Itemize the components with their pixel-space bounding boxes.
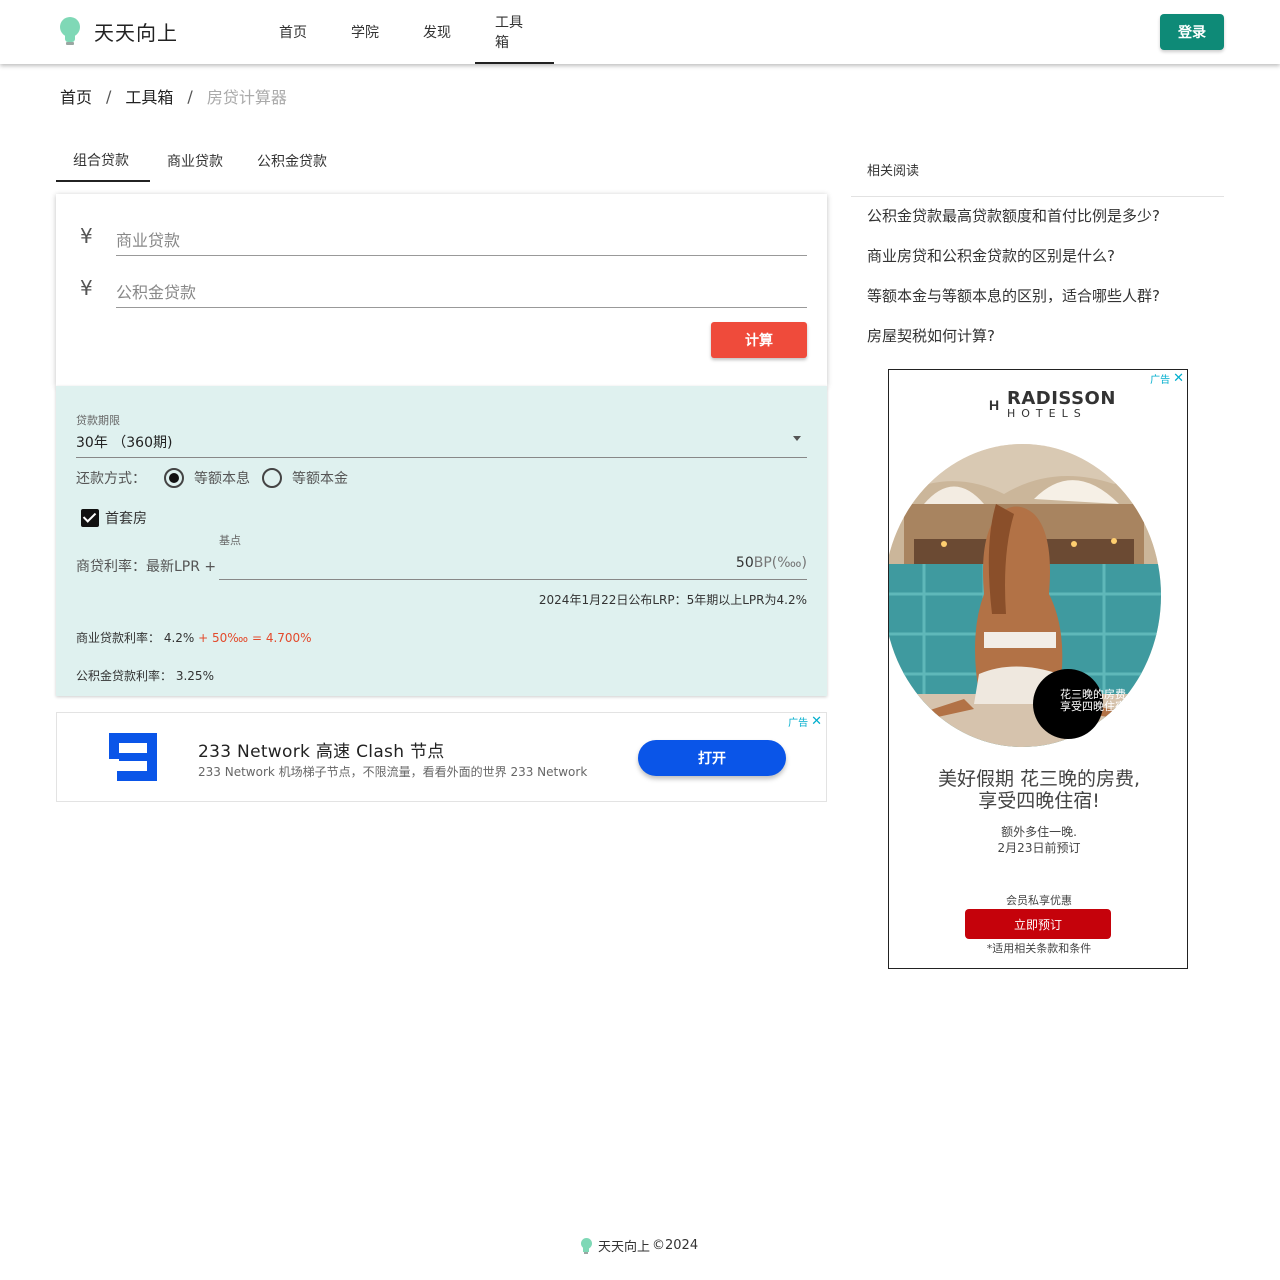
breadcrumb: 首页 / 工具箱 / 房贷计算器 <box>60 84 287 108</box>
ad-label[interactable]: 广告 ✕ <box>788 714 822 729</box>
commercial-rate-summary: 商业贷款利率： 4.2% + 50‱ = 4.700% <box>76 629 312 646</box>
network-logo-icon <box>109 733 157 781</box>
divider <box>851 196 1224 197</box>
brand-logo[interactable]: 天天向上 <box>58 15 178 47</box>
radisson-mark-icon: R H <box>973 390 999 418</box>
radio-unselected-icon[interactable] <box>262 468 282 488</box>
term-select[interactable]: 30年 （360期) <box>76 432 807 458</box>
main-nav: 首页 学院 发现 工具箱 <box>259 0 554 64</box>
basis-point-label: 基点 <box>219 534 241 547</box>
repay-option-label: 等额本金 <box>292 471 348 487</box>
fund-loan-input[interactable] <box>116 272 807 308</box>
related-link[interactable]: 商业房贷和公积金贷款的区别是什么? <box>867 246 1160 286</box>
ad-sub-line: 2月23日前预订 <box>997 841 1081 855</box>
repay-option-label: 等额本息 <box>194 471 250 487</box>
fund-rate-summary: 公积金贷款利率： 3.25% <box>76 667 214 684</box>
basis-point-unit: BP(‱) <box>753 555 807 571</box>
tab-fund-loan[interactable]: 公积金贷款 <box>240 140 344 182</box>
ad-headline-line: 美好假期 花三晚的房费, <box>937 768 1141 790</box>
repayment-method: 还款方式： 等额本息 等额本金 <box>76 466 360 490</box>
repayment-label: 还款方式： <box>76 471 146 487</box>
tab-combined-loan[interactable]: 组合贷款 <box>56 140 150 182</box>
dropdown-arrow-icon <box>793 436 801 441</box>
top-header: 天天向上 首页 学院 发现 工具箱 登录 <box>0 0 1280 64</box>
radio-selected-icon[interactable] <box>164 468 184 488</box>
first-home-label: 首套房 <box>105 511 147 527</box>
brand-name: 天天向上 <box>94 20 178 45</box>
checkbox-checked-icon[interactable] <box>81 509 99 527</box>
term-label: 贷款期限 <box>76 414 120 427</box>
offer-badge-line: 享受四晚住宿 <box>1060 700 1126 713</box>
related-link[interactable]: 等额本金与等额本息的区别，适合哪些人群? <box>867 286 1160 326</box>
ad-title: 233 Network 高速 Clash 节点 <box>198 742 445 762</box>
breadcrumb-separator: / <box>106 86 112 106</box>
radisson-logo: R H RADISSON HOTELS <box>973 388 1116 420</box>
basis-point-input[interactable]: 50BP(‱) <box>219 552 807 580</box>
fund-rate-value: 3.25% <box>175 669 214 683</box>
svg-text:H: H <box>989 397 999 413</box>
breadcrumb-home[interactable]: 首页 <box>60 84 92 108</box>
lightbulb-icon <box>58 15 82 47</box>
ad-open-button[interactable]: 打开 <box>638 740 786 776</box>
breadcrumb-current: 房贷计算器 <box>206 88 287 107</box>
nav-toolbox[interactable]: 工具箱 <box>475 0 554 64</box>
loan-settings-panel: 贷款期限 30年 （360期) 还款方式： 等额本息 等额本金 首套房 基点 商… <box>56 386 827 696</box>
yen-icon: ¥ <box>80 224 93 248</box>
ad-tag-text: 广告 <box>1150 375 1171 386</box>
calculate-button[interactable]: 计算 <box>711 322 807 358</box>
ad-subtext: 额外多住一晚. 2月23日前预订 <box>889 824 1187 856</box>
offer-badge: 花三晚的房费, 享受四晚住宿 <box>1033 669 1130 739</box>
related-list: 公积金贷款最高贷款额度和首付比例是多少? 商业房贷和公积金贷款的区别是什么? 等… <box>867 206 1160 366</box>
repay-option-equal-installment[interactable]: 等额本息 <box>164 468 250 488</box>
loan-type-tabs: 组合贷款 商业贷款 公积金贷款 <box>56 140 344 182</box>
lpr-note: 2024年1月22日公布LRP：5年期以上LPR为4.2% <box>538 593 807 607</box>
close-icon[interactable]: ✕ <box>811 715 822 728</box>
rate-prefix: 商贷利率：最新LPR + <box>76 559 217 575</box>
commercial-rate-label: 商业贷款利率： <box>76 631 161 645</box>
commercial-rate-base: 4.2% <box>163 631 195 645</box>
ad-headline-line: 享受四晚住宿! <box>978 790 1100 812</box>
fund-rate-label: 公积金贷款利率： <box>76 669 173 683</box>
repay-option-equal-principal[interactable]: 等额本金 <box>262 468 348 488</box>
first-home-checkbox[interactable]: 首套房 <box>81 508 147 528</box>
book-now-button[interactable]: 立即预订 <box>965 909 1111 939</box>
term-value: 30年 （360期) <box>76 435 173 451</box>
loan-input-card: ¥ ¥ 计算 <box>56 194 827 386</box>
basis-point-value: 50 <box>735 555 754 571</box>
member-offer: 会员私享优惠 <box>1006 894 1072 907</box>
ad-label[interactable]: 广告 ✕ <box>1150 371 1184 386</box>
tab-commercial-loan[interactable]: 商业贷款 <box>150 140 240 182</box>
footer-brand: 天天向上 <box>598 1240 651 1255</box>
fund-loan-field: ¥ <box>80 272 807 308</box>
ad-sub-line: 额外多住一晚. <box>1001 825 1077 839</box>
sidebar-ad[interactable]: 广告 ✕ R H RADISSON HOTELS 花三晚的房费, 享受四晚住宿 … <box>888 369 1188 969</box>
ad-description: 233 Network 机场梯子节点，不限流量，看看外面的世界 233 Netw… <box>198 765 588 779</box>
related-link[interactable]: 公积金贷款最高贷款额度和首付比例是多少? <box>867 206 1160 246</box>
ad-tag-text: 广告 <box>788 718 809 729</box>
close-icon[interactable]: ✕ <box>1173 372 1184 385</box>
yen-icon: ¥ <box>80 276 93 300</box>
related-title: 相关阅读 <box>867 164 920 179</box>
bottom-ad-banner[interactable]: 广告 ✕ 233 Network 高速 Clash 节点 233 Network … <box>56 712 827 802</box>
footer-copyright: ©2024 <box>652 1238 699 1253</box>
commercial-rate-calc: + 50‱ = 4.700% <box>198 631 312 645</box>
nav-discover[interactable]: 发现 <box>403 0 475 64</box>
commercial-loan-input[interactable] <box>116 220 807 256</box>
lightbulb-icon <box>580 1237 592 1255</box>
login-button[interactable]: 登录 <box>1160 14 1224 50</box>
breadcrumb-toolbox[interactable]: 工具箱 <box>125 84 173 108</box>
footer: 天天向上 ©2024 <box>580 1236 698 1255</box>
ad-headline: 美好假期 花三晚的房费, 享受四晚住宿! <box>889 768 1187 812</box>
radisson-brand: RADISSON <box>1007 388 1116 409</box>
breadcrumb-separator: / <box>187 86 193 106</box>
commercial-loan-field: ¥ <box>80 220 807 256</box>
nav-academy[interactable]: 学院 <box>331 0 403 64</box>
ad-terms: *适用相关条款和条件 <box>986 942 1092 955</box>
related-link[interactable]: 房屋契税如何计算? <box>867 326 1160 366</box>
nav-home[interactable]: 首页 <box>259 0 331 64</box>
